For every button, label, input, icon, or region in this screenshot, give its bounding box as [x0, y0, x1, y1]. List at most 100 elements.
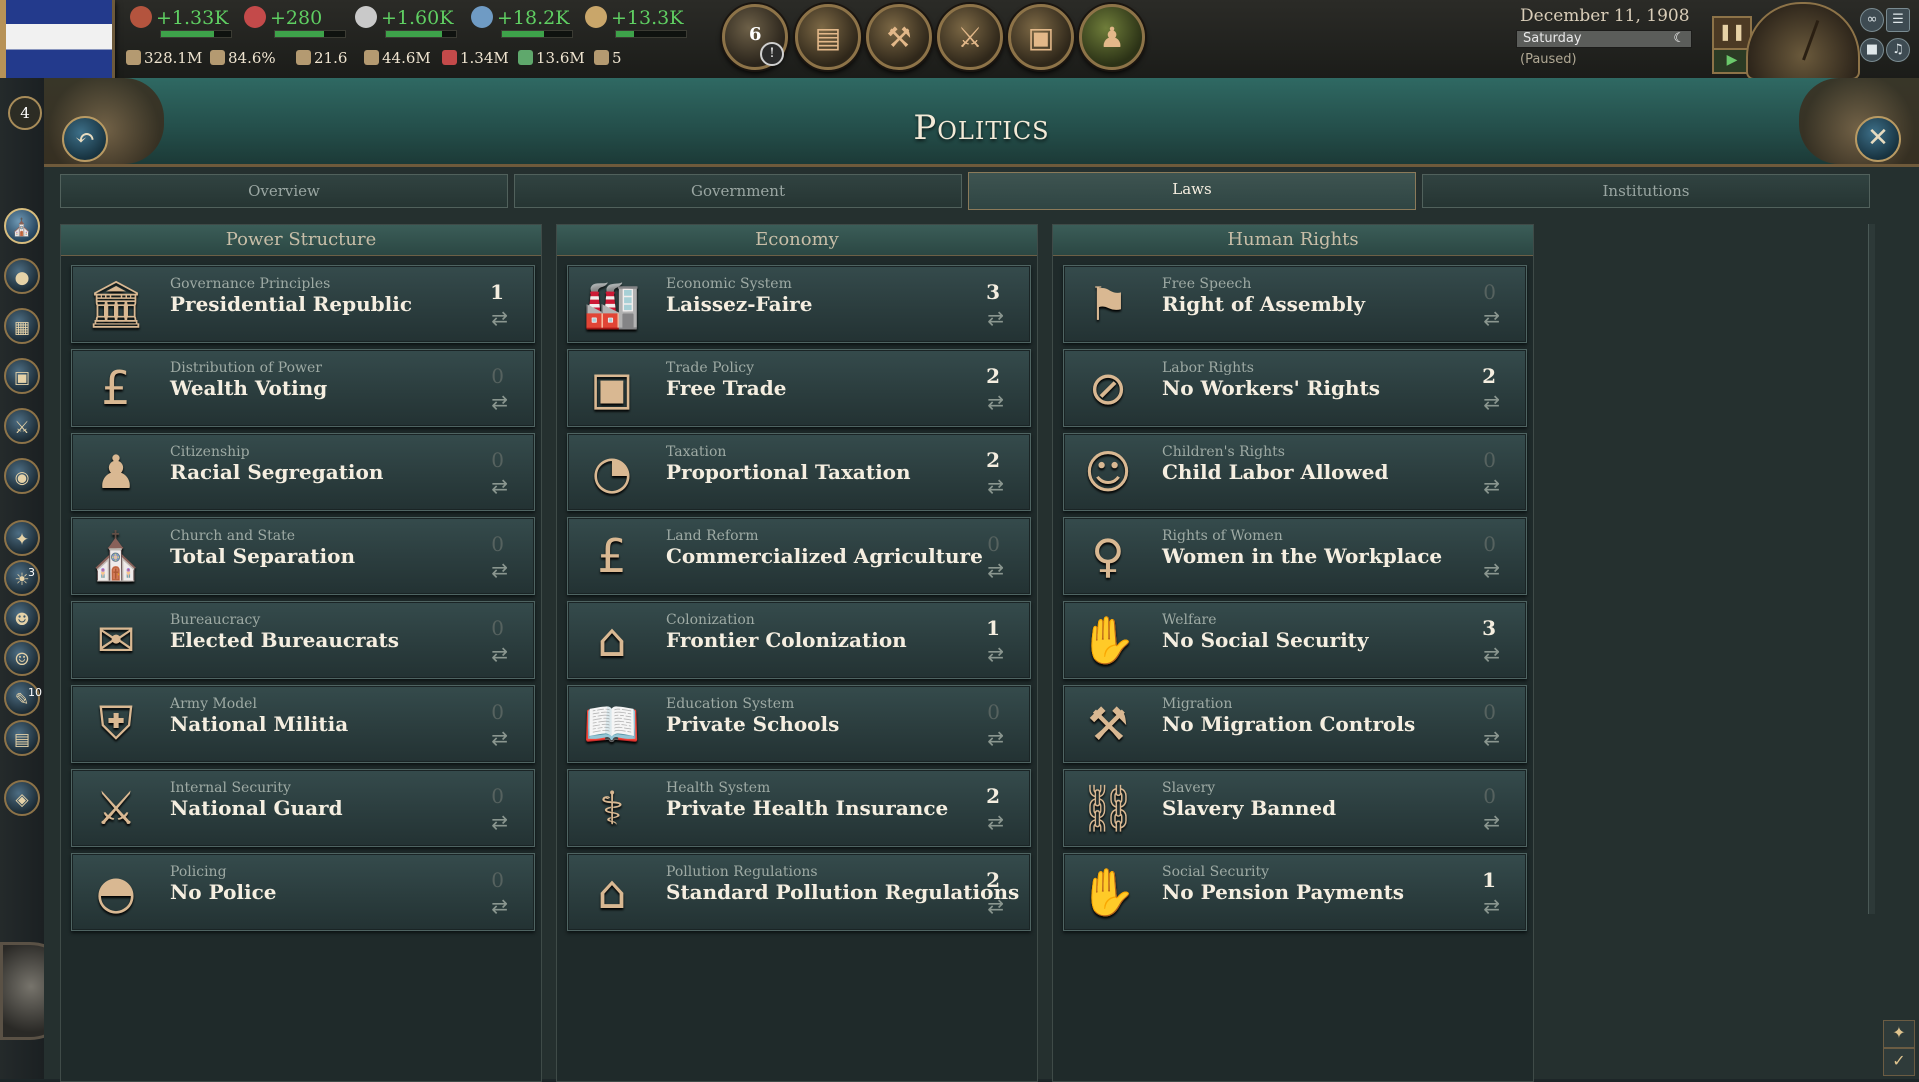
link-icon[interactable]: ∞: [1860, 8, 1884, 32]
law-card[interactable]: ⛨ Army Model National Militia 0 ⇄: [71, 685, 535, 763]
law-card[interactable]: 🏭 Economic System Laissez-Faire 3 ⇄: [567, 265, 1031, 343]
country-flag[interactable]: [0, 0, 115, 80]
sol-stat[interactable]: 21.6: [296, 49, 347, 67]
moon-icon: ☾: [1673, 31, 1685, 46]
law-category: Citizenship: [170, 444, 250, 460]
law-card[interactable]: ♟ Citizenship Racial Segregation 0 ⇄: [71, 433, 535, 511]
change-law-icon[interactable]: ⇄: [1483, 390, 1500, 414]
law-card[interactable]: ⛓ Slavery Slavery Banned 0 ⇄: [1063, 769, 1527, 847]
sidebar-diplomacy-button[interactable]: ◉: [4, 458, 40, 494]
law-card[interactable]: ✉ Bureaucracy Elected Bureaucrats 0 ⇄: [71, 601, 535, 679]
sidebar-people-button[interactable]: ☺: [4, 640, 40, 676]
law-category: Pollution Regulations: [666, 864, 818, 880]
literacy-icon: [210, 50, 225, 65]
law-supporter-count: 0: [491, 448, 504, 472]
law-card[interactable]: ⚔ Internal Security National Guard 0 ⇄: [71, 769, 535, 847]
close-button[interactable]: ✕: [1855, 116, 1901, 162]
law-card[interactable]: ⌂ Pollution Regulations Standard Pollution…: [567, 853, 1031, 931]
radio-button[interactable]: ▤: [795, 4, 861, 70]
law-card[interactable]: £ Land Reform Commercialized Agriculture 0 ⇄: [567, 517, 1031, 595]
law-card[interactable]: ◓ Policing No Police 0 ⇄: [71, 853, 535, 931]
tab-government[interactable]: Government: [514, 174, 962, 208]
production-button[interactable]: ⚔: [937, 4, 1003, 70]
change-law-icon[interactable]: ⇄: [987, 390, 1004, 414]
change-law-icon[interactable]: ⇄: [1483, 894, 1500, 918]
sidebar-budget-button[interactable]: ●: [4, 258, 40, 294]
change-law-icon[interactable]: ⇄: [1483, 810, 1500, 834]
law-card[interactable]: ✋ Welfare No Social Security 3 ⇄: [1063, 601, 1527, 679]
tab-institutions[interactable]: Institutions: [1422, 174, 1870, 208]
camera-icon[interactable]: ■: [1860, 38, 1884, 62]
diplomacy-button[interactable]: ♟: [1079, 4, 1145, 70]
law-card[interactable]: ⊘ Labor Rights No Workers' Rights 2 ⇄: [1063, 349, 1527, 427]
game-speed-clock[interactable]: [1746, 2, 1860, 80]
population-stat[interactable]: 44.6M: [364, 49, 431, 67]
change-law-icon[interactable]: ⇄: [491, 726, 508, 750]
law-card[interactable]: ▣ Trade Policy Free Trade 2 ⇄: [567, 349, 1031, 427]
change-law-icon[interactable]: ⇄: [491, 810, 508, 834]
change-law-icon[interactable]: ⇄: [491, 642, 508, 666]
change-law-icon[interactable]: ⇄: [987, 306, 1004, 330]
change-law-icon[interactable]: ⇄: [987, 474, 1004, 498]
outliner-toggle-icon[interactable]: ✓: [1883, 1048, 1915, 1076]
authority-resource[interactable]: +1.33K: [130, 6, 228, 29]
army-stat[interactable]: 1.34M: [442, 49, 509, 67]
market-button[interactable]: ▣: [1008, 4, 1074, 70]
music-icon[interactable]: ♫: [1886, 38, 1910, 62]
change-law-icon[interactable]: ⇄: [491, 390, 508, 414]
ships-stat[interactable]: 5: [594, 49, 622, 67]
sidebar-mask-button[interactable]: ☻: [4, 600, 40, 636]
sidebar-military-button[interactable]: ⚔: [4, 408, 40, 444]
law-card[interactable]: ☺ Children's Rights Child Labor Allowed 0 ⇄: [1063, 433, 1527, 511]
change-law-icon[interactable]: ⇄: [1483, 642, 1500, 666]
tab-overview[interactable]: Overview: [60, 174, 508, 208]
change-law-icon[interactable]: ⇄: [987, 894, 1004, 918]
change-law-icon[interactable]: ⇄: [491, 474, 508, 498]
construction-button[interactable]: ⚒: [866, 4, 932, 70]
law-card[interactable]: ⚕ Health System Private Health Insurance 2 ⇄: [567, 769, 1031, 847]
sidebar-map-button[interactable]: ◈: [4, 780, 40, 816]
change-law-icon[interactable]: ⇄: [987, 810, 1004, 834]
law-name: No Workers' Rights: [1162, 376, 1380, 400]
sidebar-case-button[interactable]: ▤: [4, 720, 40, 756]
pause-button[interactable]: ❚❚: [1712, 16, 1752, 50]
literacy-stat[interactable]: 84.6%: [210, 49, 276, 67]
outliner-bird-icon[interactable]: ✦: [1883, 1020, 1915, 1048]
loyalty-stat[interactable]: 13.6M: [518, 49, 585, 67]
change-law-icon[interactable]: ⇄: [491, 894, 508, 918]
change-law-icon[interactable]: ⇄: [1483, 558, 1500, 582]
gdp-stat[interactable]: 328.1M: [126, 49, 202, 67]
tab-laws[interactable]: Laws: [968, 172, 1416, 210]
law-card[interactable]: 🏛 Governance Principles Presidential Repub…: [71, 265, 535, 343]
change-law-icon[interactable]: ⇄: [987, 642, 1004, 666]
change-law-icon[interactable]: ⇄: [987, 726, 1004, 750]
law-card[interactable]: ⛪ Church and State Total Separation 0 ⇄: [71, 517, 535, 595]
scrollbar[interactable]: [1868, 224, 1875, 914]
change-law-icon[interactable]: ⇄: [491, 558, 508, 582]
money-resource[interactable]: +13.3K: [585, 6, 683, 29]
no-workers-icon: ⊘: [1088, 361, 1128, 415]
sidebar-buildings-button[interactable]: ▦: [4, 308, 40, 344]
bureaucracy-resource[interactable]: +1.60K: [355, 6, 453, 29]
law-card[interactable]: 📖 Education System Private Schools 0 ⇄: [567, 685, 1031, 763]
change-law-icon[interactable]: ⇄: [987, 558, 1004, 582]
sidebar-politics-button[interactable]: ⛪: [4, 208, 40, 244]
change-law-icon[interactable]: ⇄: [1483, 474, 1500, 498]
influence-resource[interactable]: +280: [244, 6, 322, 29]
law-card[interactable]: ♀ Rights of Women Women in the Workplace 0 ⇄: [1063, 517, 1527, 595]
world-icon: ◈: [15, 790, 29, 810]
law-card[interactable]: ⚑ Free Speech Right of Assembly 0 ⇄: [1063, 265, 1527, 343]
law-card[interactable]: ✋ Social Security No Pension Payments 1 ⇄: [1063, 853, 1527, 931]
change-law-icon[interactable]: ⇄: [1483, 306, 1500, 330]
law-card[interactable]: ◔ Taxation Proportional Taxation 2 ⇄: [567, 433, 1031, 511]
menu-icon[interactable]: ☰: [1886, 8, 1910, 32]
law-card[interactable]: £ Distribution of Power Wealth Voting 0 ⇄: [71, 349, 535, 427]
parliament-icon: 🏛: [86, 276, 146, 331]
change-law-icon[interactable]: ⇄: [1483, 726, 1500, 750]
trade-resource[interactable]: +18.2K: [471, 6, 569, 29]
sidebar-market-button[interactable]: ▣: [4, 358, 40, 394]
law-card[interactable]: ⌂ Colonization Frontier Colonization 1 ⇄: [567, 601, 1031, 679]
sidebar-bird-button[interactable]: ✦: [4, 520, 40, 556]
law-card[interactable]: ⚒ Migration No Migration Controls 0 ⇄: [1063, 685, 1527, 763]
change-law-icon[interactable]: ⇄: [491, 306, 508, 330]
